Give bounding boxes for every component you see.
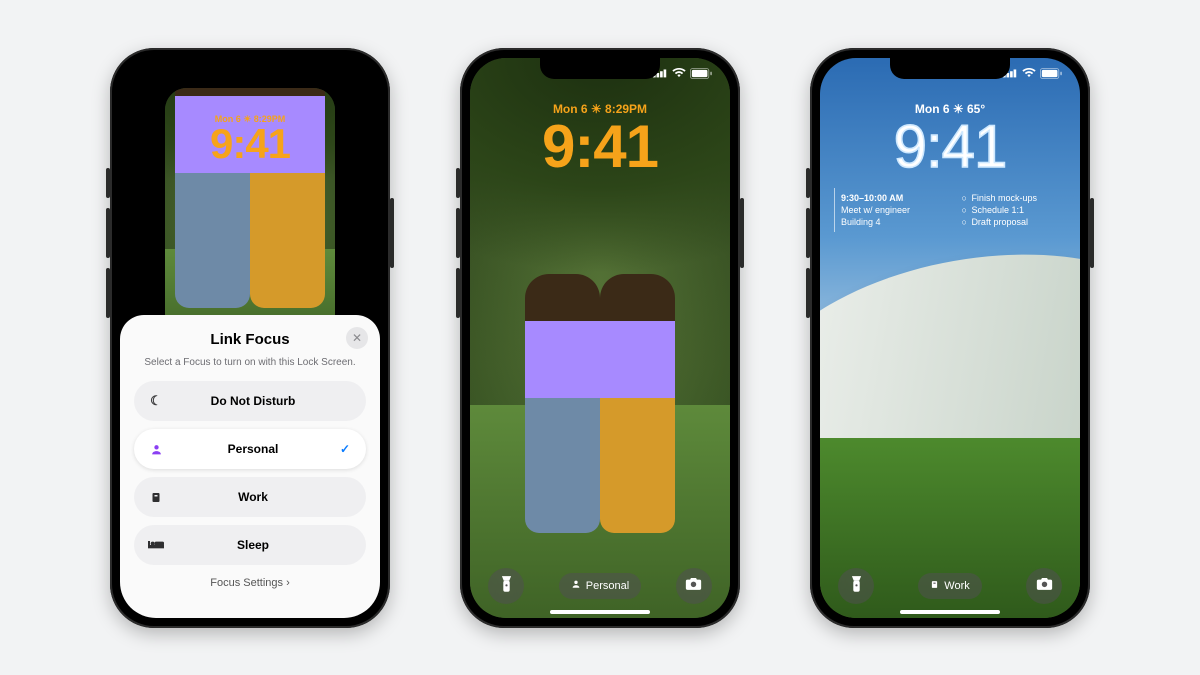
lockscreen-widgets: 9:30–10:00 AM Meet w/ engineer Building … — [834, 188, 1066, 232]
home-indicator[interactable] — [550, 610, 650, 614]
focus-pill-label: Personal — [586, 580, 629, 592]
badge-icon — [148, 491, 164, 504]
camera-button[interactable] — [1026, 568, 1062, 604]
mute-switch[interactable] — [456, 168, 460, 198]
focus-pill[interactable]: Personal — [559, 573, 641, 599]
mute-switch[interactable] — [806, 168, 810, 198]
phone-lockscreen-work: Mon 6 ☀︎ 65° 9:41 9:30–10:00 AM Meet w/ … — [810, 48, 1090, 628]
reminder-item: Draft proposal — [962, 216, 1061, 228]
flashlight-icon — [501, 575, 512, 597]
notch — [190, 57, 310, 79]
lockscreen-time: 9:41 — [470, 112, 730, 181]
close-button[interactable]: ✕ — [346, 327, 368, 349]
lockscreen-preview-card[interactable]: Mon 6 ☀︎ 8:29PM 9:41 — [165, 88, 335, 348]
camera-icon — [1036, 577, 1053, 595]
person-icon — [148, 443, 164, 456]
flashlight-button[interactable] — [838, 568, 874, 604]
lockscreen-bottom-bar: Personal — [470, 568, 730, 604]
badge-icon — [930, 579, 939, 593]
focus-option-work[interactable]: Work — [134, 477, 366, 517]
event-time: 9:30–10:00 AM — [841, 192, 940, 204]
focus-option-personal[interactable]: Personal — [134, 429, 366, 469]
volume-down-button[interactable] — [106, 268, 110, 318]
lockscreen-time: 9:41 — [165, 120, 335, 168]
battery-icon — [690, 68, 712, 79]
focus-pill-label: Work — [944, 580, 969, 592]
sheet-title: Link Focus — [134, 331, 366, 348]
screen: Mon 6 ☀︎ 8:29PM 9:41 ✕ Link Focus Select… — [120, 58, 380, 618]
moon-icon: ☾ — [148, 393, 164, 409]
screen[interactable]: Mon 6 ☀︎ 65° 9:41 9:30–10:00 AM Meet w/ … — [820, 58, 1080, 618]
power-button[interactable] — [740, 198, 744, 268]
phone-lockscreen-personal: Mon 6 ☀︎ 8:29PM 9:41 Personal — [460, 48, 740, 628]
volume-up-button[interactable] — [806, 208, 810, 258]
lockscreen-time: 9:41 — [820, 112, 1080, 181]
focus-settings-link[interactable]: Focus Settings — [134, 573, 366, 589]
notch — [890, 57, 1010, 79]
notch — [540, 57, 660, 79]
reminder-item: Finish mock-ups — [962, 192, 1061, 204]
focus-option-sleep[interactable]: Sleep — [134, 525, 366, 565]
camera-button[interactable] — [676, 568, 712, 604]
option-label: Do Not Disturb — [174, 394, 352, 408]
lockscreen-bottom-bar: Work — [820, 568, 1080, 604]
event-title: Meet w/ engineer — [841, 204, 940, 216]
wifi-icon — [672, 68, 686, 78]
link-text: Focus Settings — [210, 577, 283, 589]
battery-icon — [1040, 68, 1062, 79]
volume-down-button[interactable] — [456, 268, 460, 318]
reminders-widget[interactable]: Finish mock-ups Schedule 1:1 Draft propo… — [956, 188, 1067, 232]
focus-option-dnd[interactable]: ☾ Do Not Disturb — [134, 381, 366, 421]
volume-down-button[interactable] — [806, 268, 810, 318]
focus-pill[interactable]: Work — [918, 573, 981, 599]
person-icon — [571, 579, 581, 592]
phone-link-focus: Mon 6 ☀︎ 8:29PM 9:41 ✕ Link Focus Select… — [110, 48, 390, 628]
event-location: Building 4 — [841, 216, 940, 228]
volume-up-button[interactable] — [456, 208, 460, 258]
reminder-item: Schedule 1:1 — [962, 204, 1061, 216]
volume-up-button[interactable] — [106, 208, 110, 258]
flashlight-icon — [851, 575, 862, 597]
sheet-subtitle: Select a Focus to turn on with this Lock… — [134, 356, 366, 369]
wifi-icon — [1022, 68, 1036, 78]
option-label: Work — [174, 490, 352, 504]
power-button[interactable] — [1090, 198, 1094, 268]
option-label: Sleep — [174, 538, 352, 552]
home-indicator[interactable] — [900, 610, 1000, 614]
power-button[interactable] — [390, 198, 394, 268]
option-label: Personal — [174, 442, 352, 456]
camera-icon — [685, 577, 702, 595]
bed-icon — [148, 539, 164, 551]
close-icon: ✕ — [352, 331, 362, 345]
screen[interactable]: Mon 6 ☀︎ 8:29PM 9:41 Personal — [470, 58, 730, 618]
flashlight-button[interactable] — [488, 568, 524, 604]
link-focus-sheet: ✕ Link Focus Select a Focus to turn on w… — [120, 315, 380, 617]
mute-switch[interactable] — [106, 168, 110, 198]
calendar-widget[interactable]: 9:30–10:00 AM Meet w/ engineer Building … — [834, 188, 946, 232]
